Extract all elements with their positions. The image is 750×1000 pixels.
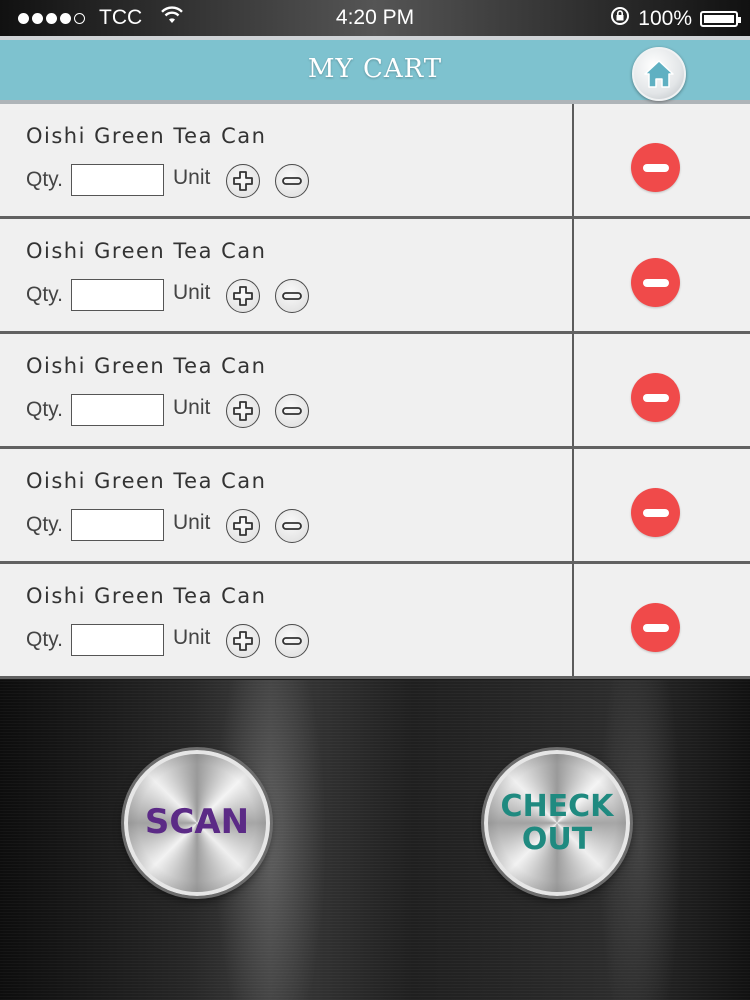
plus-icon: [233, 516, 253, 536]
item-name: Oishi Green Tea Can: [26, 124, 267, 148]
cart-item: Oishi Green Tea Can Qty. Unit: [0, 219, 750, 334]
status-right: 100%: [610, 6, 741, 32]
increase-quantity-button[interactable]: [226, 164, 260, 198]
cart-item: Oishi Green Tea Can Qty. Unit: [0, 104, 750, 219]
decrease-quantity-button[interactable]: [275, 624, 309, 658]
remove-icon: [642, 163, 669, 172]
minus-icon: [282, 177, 302, 185]
battery-percent: 100%: [638, 7, 692, 30]
remove-icon: [642, 623, 669, 632]
cart-item: Oishi Green Tea Can Qty. Unit: [0, 449, 750, 564]
unit-label: Unit: [173, 511, 211, 534]
checkout-label-line1: CHECK: [500, 789, 614, 824]
checkout-label: CHECK OUT: [501, 790, 614, 856]
quantity-input[interactable]: [71, 164, 164, 196]
scan-button[interactable]: SCAN: [124, 750, 270, 896]
decrease-quantity-button[interactable]: [275, 394, 309, 428]
minus-icon: [282, 407, 302, 415]
action-panel: SCAN CHECK OUT: [0, 680, 750, 1000]
column-divider: [572, 564, 574, 676]
qty-label: Qty.: [26, 513, 63, 536]
checkout-button[interactable]: CHECK OUT: [484, 750, 630, 896]
decrease-quantity-button[interactable]: [275, 509, 309, 543]
cart-item: Oishi Green Tea Can Qty. Unit: [0, 334, 750, 449]
decrease-quantity-button[interactable]: [275, 279, 309, 313]
increase-quantity-button[interactable]: [226, 624, 260, 658]
item-name: Oishi Green Tea Can: [26, 239, 267, 263]
column-divider: [572, 104, 574, 216]
unit-label: Unit: [173, 396, 211, 419]
cart-list: Oishi Green Tea Can Qty. Unit Oishi Gree…: [0, 104, 750, 679]
quantity-input[interactable]: [71, 509, 164, 541]
remove-item-button[interactable]: [631, 373, 680, 422]
scan-label: SCAN: [144, 802, 250, 843]
battery-icon: [700, 11, 741, 27]
remove-item-button[interactable]: [631, 488, 680, 537]
remove-item-button[interactable]: [631, 143, 680, 192]
rotation-lock-icon: [610, 6, 630, 32]
quantity-input[interactable]: [71, 394, 164, 426]
decrease-quantity-button[interactable]: [275, 164, 309, 198]
item-name: Oishi Green Tea Can: [26, 354, 267, 378]
minus-icon: [282, 292, 302, 300]
unit-label: Unit: [173, 166, 211, 189]
remove-icon: [642, 278, 669, 287]
column-divider: [572, 334, 574, 446]
checkout-label-line2: OUT: [521, 822, 593, 857]
plus-icon: [233, 171, 253, 191]
qty-label: Qty.: [26, 283, 63, 306]
home-button[interactable]: [632, 47, 686, 101]
cart-item: Oishi Green Tea Can Qty. Unit: [0, 564, 750, 679]
minus-icon: [282, 522, 302, 530]
qty-label: Qty.: [26, 628, 63, 651]
remove-item-button[interactable]: [631, 258, 680, 307]
plus-icon: [233, 631, 253, 651]
unit-label: Unit: [173, 281, 211, 304]
qty-label: Qty.: [26, 168, 63, 191]
quantity-input[interactable]: [71, 624, 164, 656]
increase-quantity-button[interactable]: [226, 509, 260, 543]
status-bar: TCC 4:20 PM 100%: [0, 0, 750, 36]
home-icon: [644, 60, 674, 88]
plus-icon: [233, 401, 253, 421]
plus-icon: [233, 286, 253, 306]
increase-quantity-button[interactable]: [226, 279, 260, 313]
remove-icon: [642, 393, 669, 402]
increase-quantity-button[interactable]: [226, 394, 260, 428]
qty-label: Qty.: [26, 398, 63, 421]
item-name: Oishi Green Tea Can: [26, 584, 267, 608]
app-header: MY CART: [0, 36, 750, 104]
quantity-input[interactable]: [71, 279, 164, 311]
column-divider: [572, 449, 574, 561]
column-divider: [572, 219, 574, 331]
minus-icon: [282, 637, 302, 645]
item-name: Oishi Green Tea Can: [26, 469, 267, 493]
unit-label: Unit: [173, 626, 211, 649]
remove-item-button[interactable]: [631, 603, 680, 652]
remove-icon: [642, 508, 669, 517]
